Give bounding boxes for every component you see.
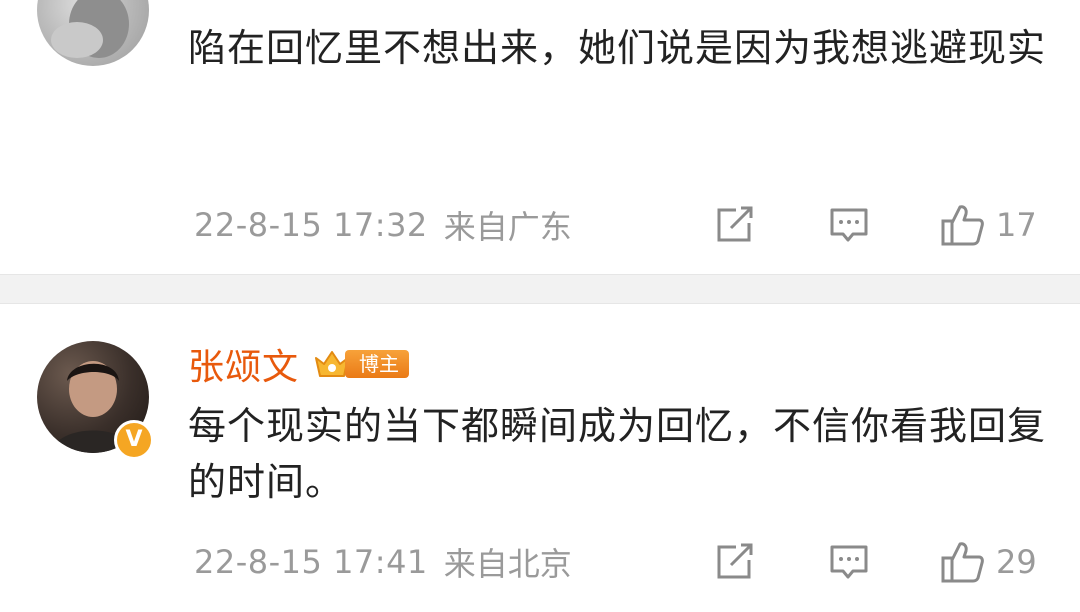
comment-location: 来自广东 [443,208,572,246]
blogger-label: 博主 [345,350,410,378]
comment-time: 22-8-15 17:41 [194,543,428,581]
comment-time: 22-8-15 17:32 [194,206,428,244]
comment-meta: 22-8-15 17:32 来自广东 17 [194,203,1054,247]
author-row: 张颂文 博主 [188,338,410,390]
avatar-image [51,0,129,58]
comment-text: 每个现实的当下都瞬间成为回忆，不信你看我回复的时间。 [188,404,1047,504]
share-icon [717,543,753,579]
comment-divider [0,274,1080,304]
reply-icon [830,545,868,579]
verified-badge: V [114,420,154,460]
blogger-badge: 博主 [313,348,410,380]
reply-button[interactable] [828,540,870,584]
share-button[interactable] [714,540,756,584]
comment-text: 陷在回忆里不想出来，她们说是因为我想逃避现实 [188,26,1047,70]
comment-location: 来自北京 [443,545,572,583]
like-count: 29 [996,543,1037,581]
share-button[interactable] [714,203,756,247]
reply-icon [830,208,868,242]
reply-button[interactable] [828,203,870,247]
comment-item: V 张颂文 博主 每个现实的当下都瞬间成为回忆，不信你看我回复的时间。 22-8… [0,304,1080,612]
author-name[interactable]: 张颂文 [188,338,299,390]
like-button[interactable]: 17 [940,203,1037,247]
thumbs-up-icon [941,205,984,246]
avatar[interactable] [37,0,149,66]
comment-meta: 22-8-15 17:41 来自北京 29 [194,540,1054,584]
like-button[interactable]: 29 [940,540,1037,584]
like-count: 17 [996,206,1037,244]
comment-feed: 陷在回忆里不想出来，她们说是因为我想逃避现实 22-8-15 17:32 来自广… [0,0,1080,612]
thumbs-up-icon [941,542,984,583]
comment-item: 陷在回忆里不想出来，她们说是因为我想逃避现实 22-8-15 17:32 来自广… [0,0,1080,274]
share-icon [717,206,753,242]
